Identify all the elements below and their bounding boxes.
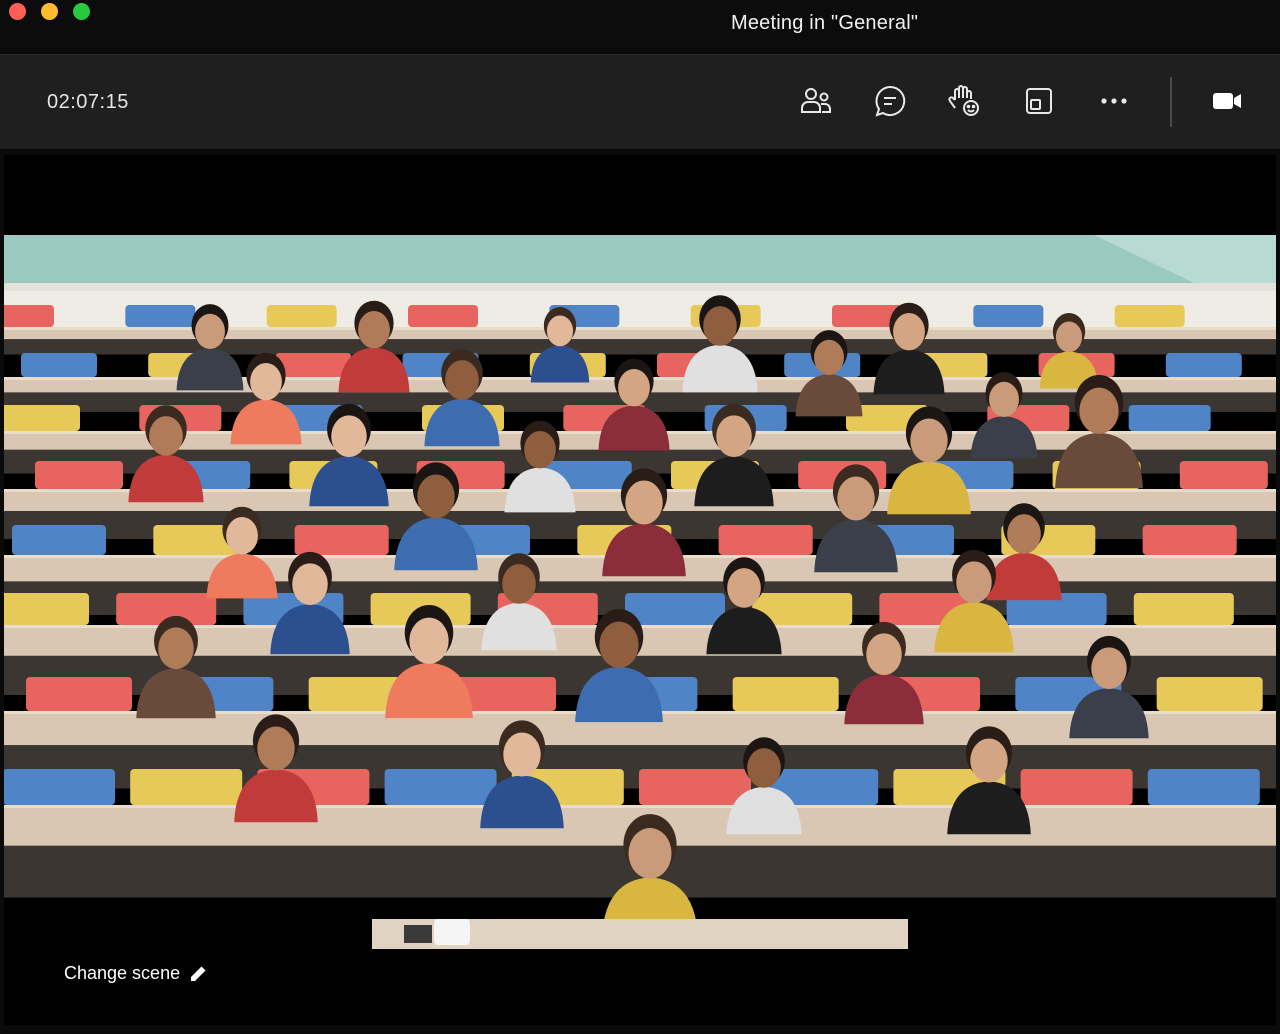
change-scene-label: Change scene	[64, 963, 181, 983]
view-button[interactable]	[1019, 81, 1059, 121]
meeting-timer: 02:07:15	[47, 91, 129, 113]
toolbar-divider	[1170, 77, 1172, 127]
camera-button[interactable]	[1207, 81, 1247, 121]
together-mode-scene	[4, 235, 1276, 949]
change-scene-button[interactable]: Change scene	[64, 963, 208, 984]
pencil-icon	[191, 966, 206, 981]
chat-button[interactable]	[870, 81, 910, 121]
chat-icon	[875, 85, 906, 117]
window-title: Meeting in "General"	[731, 12, 919, 34]
participants-button[interactable]	[796, 81, 836, 121]
more-icon	[1101, 98, 1127, 104]
title-bar: Meeting in "General"	[0, 0, 1280, 52]
meeting-toolbar: 02:07:15	[0, 54, 1280, 149]
react-button[interactable]	[944, 81, 984, 121]
view-icon	[1026, 88, 1052, 114]
camera-icon	[1213, 93, 1241, 109]
minimize-window-button[interactable]	[41, 3, 58, 20]
lecture-hall-image	[4, 235, 1276, 949]
maximize-window-button[interactable]	[73, 3, 90, 20]
more-options-button[interactable]	[1094, 81, 1134, 121]
react-icon	[948, 85, 979, 116]
people-icon	[801, 88, 831, 113]
meeting-stage: Change scene	[4, 155, 1276, 1025]
close-window-button[interactable]	[9, 3, 26, 20]
